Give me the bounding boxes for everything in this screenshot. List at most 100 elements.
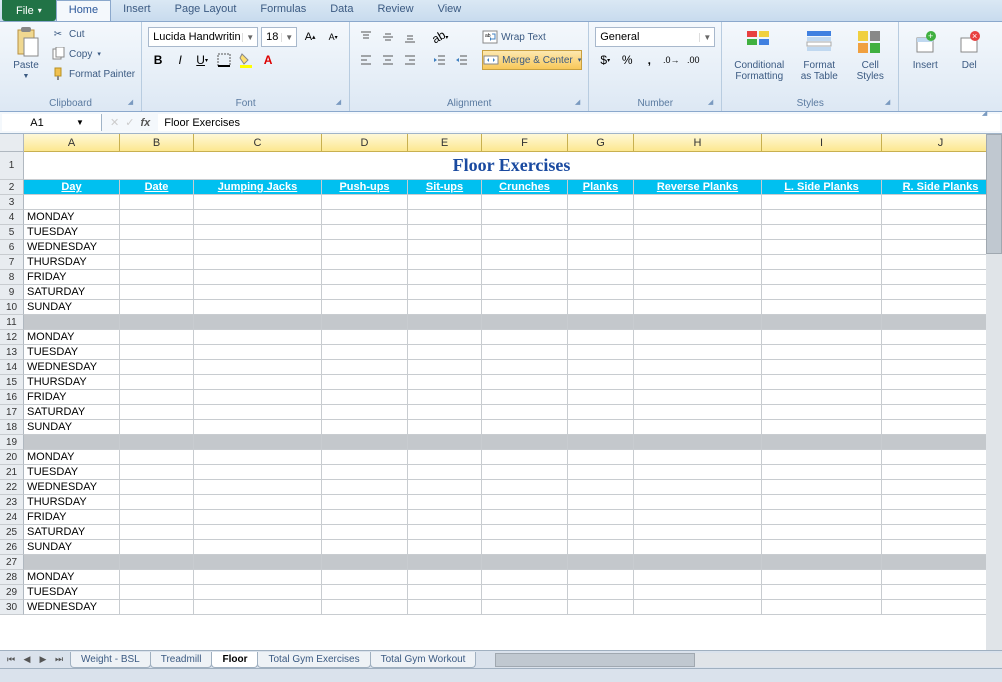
cell[interactable] <box>482 315 568 330</box>
column-header[interactable]: D <box>322 134 408 152</box>
cell[interactable] <box>482 555 568 570</box>
column-header[interactable]: A <box>24 134 120 152</box>
cell[interactable] <box>634 540 762 555</box>
cell[interactable] <box>482 330 568 345</box>
cell[interactable] <box>408 480 482 495</box>
cell[interactable] <box>120 330 194 345</box>
cell[interactable] <box>882 210 1000 225</box>
cell[interactable] <box>194 330 322 345</box>
row-header[interactable]: 18 <box>0 420 24 435</box>
cell[interactable] <box>322 585 408 600</box>
cell[interactable] <box>634 375 762 390</box>
cell[interactable] <box>762 360 882 375</box>
column-header[interactable]: H <box>634 134 762 152</box>
cell[interactable] <box>882 285 1000 300</box>
cell[interactable] <box>322 600 408 615</box>
row-header[interactable]: 30 <box>0 600 24 615</box>
cell[interactable] <box>482 450 568 465</box>
shrink-font-button[interactable]: A▾ <box>323 27 343 47</box>
fx-icon[interactable]: fx <box>140 117 150 129</box>
cell[interactable] <box>762 420 882 435</box>
cell-styles-button[interactable]: Cell Styles <box>848 24 892 84</box>
cell[interactable] <box>322 540 408 555</box>
align-top-button[interactable] <box>356 27 376 47</box>
cell[interactable] <box>634 330 762 345</box>
cell[interactable] <box>408 525 482 540</box>
cell[interactable] <box>322 450 408 465</box>
cell[interactable] <box>568 210 634 225</box>
cell[interactable]: Push-ups <box>322 180 408 195</box>
cell[interactable]: TUESDAY <box>24 465 120 480</box>
cell[interactable] <box>194 285 322 300</box>
underline-button[interactable]: U▾ <box>192 50 212 70</box>
row-header[interactable]: 29 <box>0 585 24 600</box>
cell[interactable]: WEDNESDAY <box>24 480 120 495</box>
cell[interactable] <box>408 510 482 525</box>
cell[interactable] <box>24 555 120 570</box>
cell[interactable] <box>322 375 408 390</box>
tab-home[interactable]: Home <box>56 0 111 21</box>
cell[interactable] <box>762 510 882 525</box>
cell[interactable] <box>322 300 408 315</box>
title-cell[interactable]: Floor Exercises <box>24 152 1000 180</box>
cell[interactable] <box>634 510 762 525</box>
number-format-combo[interactable]: General▼ <box>595 27 715 47</box>
format-as-table-button[interactable]: Format as Table <box>794 24 844 84</box>
row-header[interactable]: 13 <box>0 345 24 360</box>
cell[interactable] <box>408 255 482 270</box>
column-header[interactable]: F <box>482 134 568 152</box>
row-header[interactable]: 9 <box>0 285 24 300</box>
cell[interactable] <box>882 390 1000 405</box>
italic-button[interactable]: I <box>170 50 190 70</box>
cell[interactable] <box>882 450 1000 465</box>
cell[interactable] <box>634 210 762 225</box>
first-sheet-button[interactable]: ⏮ <box>4 653 18 667</box>
column-header[interactable]: E <box>408 134 482 152</box>
cell[interactable] <box>882 330 1000 345</box>
cell[interactable] <box>120 555 194 570</box>
cell[interactable] <box>762 330 882 345</box>
cell[interactable] <box>762 225 882 240</box>
cell[interactable] <box>482 465 568 480</box>
cell[interactable] <box>568 360 634 375</box>
cell[interactable] <box>762 255 882 270</box>
cell[interactable]: TUESDAY <box>24 585 120 600</box>
cell[interactable] <box>762 315 882 330</box>
last-sheet-button[interactable]: ⏭ <box>52 653 66 667</box>
cell[interactable] <box>634 255 762 270</box>
row-header[interactable]: 8 <box>0 270 24 285</box>
tab-insert[interactable]: Insert <box>111 0 163 21</box>
cell[interactable] <box>568 285 634 300</box>
cell[interactable] <box>120 285 194 300</box>
cancel-icon[interactable]: ✕ <box>110 116 119 129</box>
cell[interactable] <box>482 360 568 375</box>
cell[interactable] <box>882 375 1000 390</box>
cell[interactable]: THURSDAY <box>24 495 120 510</box>
cell[interactable] <box>762 210 882 225</box>
scroll-thumb[interactable] <box>495 653 695 667</box>
row-header[interactable]: 14 <box>0 360 24 375</box>
cell[interactable] <box>120 585 194 600</box>
cell[interactable] <box>322 195 408 210</box>
cell[interactable] <box>120 570 194 585</box>
row-header[interactable]: 1 <box>0 152 24 180</box>
prev-sheet-button[interactable]: ◀ <box>20 653 34 667</box>
cell[interactable] <box>634 465 762 480</box>
cell[interactable] <box>120 240 194 255</box>
cell[interactable] <box>634 285 762 300</box>
formula-input[interactable] <box>158 114 1000 131</box>
merge-center-button[interactable]: Merge & Center▾ <box>482 50 582 70</box>
cell[interactable] <box>882 570 1000 585</box>
next-sheet-button[interactable]: ▶ <box>36 653 50 667</box>
cell[interactable] <box>762 540 882 555</box>
cell[interactable] <box>634 390 762 405</box>
cell[interactable] <box>762 345 882 360</box>
cell[interactable] <box>634 240 762 255</box>
cell[interactable] <box>882 600 1000 615</box>
cell[interactable] <box>120 360 194 375</box>
cell[interactable] <box>194 495 322 510</box>
cell[interactable] <box>120 495 194 510</box>
tab-view[interactable]: View <box>426 0 474 21</box>
cell[interactable] <box>634 345 762 360</box>
cell[interactable] <box>194 540 322 555</box>
